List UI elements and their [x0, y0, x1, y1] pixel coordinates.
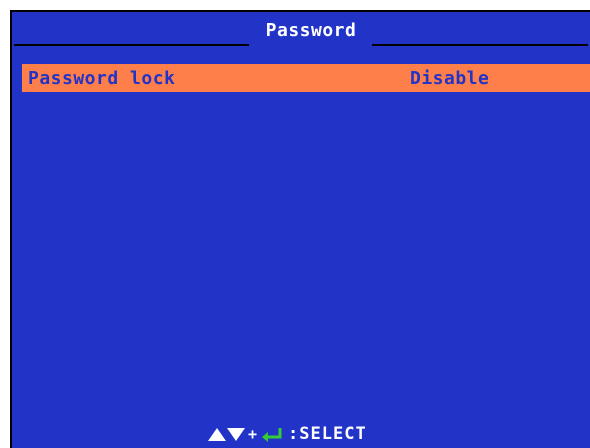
- page-title: Password: [265, 20, 357, 41]
- triangle-up-icon: [208, 427, 226, 441]
- footer-hint-text: :SELECT: [288, 424, 367, 444]
- menu-item-value[interactable]: Disable: [410, 68, 489, 89]
- triangle-down-icon: [227, 427, 245, 441]
- enter-key-icon: [260, 426, 284, 442]
- footer-hint: + :SELECT: [208, 422, 367, 446]
- title-divider-left: [14, 44, 249, 46]
- title-bar: Password: [12, 12, 590, 46]
- title-divider-right: [372, 44, 588, 46]
- password-screen: Password Password lock Disable + :SELECT: [10, 10, 590, 448]
- plus-sign: +: [248, 425, 258, 443]
- menu-item-password-lock[interactable]: Password lock Disable: [22, 64, 590, 92]
- menu-item-label: Password lock: [28, 67, 176, 89]
